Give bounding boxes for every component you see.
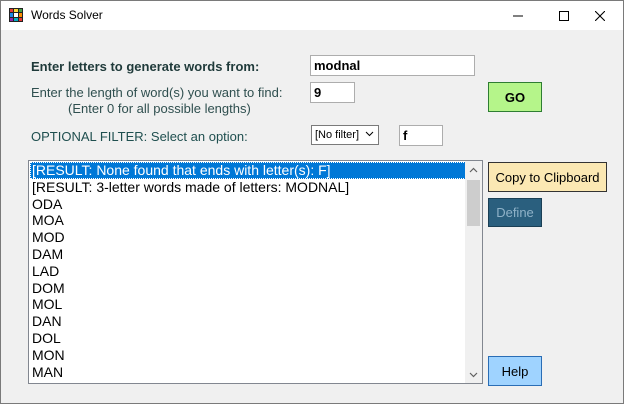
- list-item[interactable]: DAM: [30, 246, 466, 263]
- list-item[interactable]: MON: [30, 347, 466, 364]
- words-solver-window: Words Solver Enter letters to generate w…: [0, 0, 624, 404]
- list-item[interactable]: DOL: [30, 330, 466, 347]
- length-input[interactable]: 9: [310, 82, 355, 103]
- scroll-thumb[interactable]: [467, 180, 480, 226]
- results-listbox[interactable]: [RESULT: None found that ends with lette…: [28, 160, 483, 384]
- app-grid-icon: [9, 8, 23, 22]
- list-item[interactable]: MOL: [30, 296, 466, 313]
- list-item[interactable]: MOD: [30, 229, 466, 246]
- copy-to-clipboard-button[interactable]: Copy to Clipboard: [488, 162, 607, 192]
- chevron-down-icon: [365, 131, 374, 137]
- filter-label: OPTIONAL FILTER: Select an option:: [31, 129, 248, 144]
- minimize-button[interactable]: [495, 1, 541, 30]
- filter-text-input[interactable]: f: [399, 125, 443, 146]
- scroll-down-arrow-icon[interactable]: [465, 366, 482, 383]
- results-list: [RESULT: None found that ends with lette…: [30, 162, 466, 380]
- define-button[interactable]: Define: [488, 198, 542, 227]
- list-item[interactable]: LAD: [30, 263, 466, 280]
- title-bar[interactable]: Words Solver: [1, 1, 623, 30]
- list-item[interactable]: MAN: [30, 364, 466, 381]
- filter-select-value: [No filter]: [315, 129, 360, 141]
- list-item[interactable]: DAN: [30, 313, 466, 330]
- minimize-icon: [513, 15, 523, 16]
- close-icon: [595, 10, 605, 21]
- results-scrollbar[interactable]: [465, 161, 482, 383]
- list-item[interactable]: MOA: [30, 212, 466, 229]
- help-button[interactable]: Help: [488, 356, 542, 386]
- length-label: Enter the length of word(s) you want to …: [31, 85, 283, 100]
- list-item[interactable]: [RESULT: None found that ends with lette…: [30, 162, 466, 179]
- list-item[interactable]: ODA: [30, 196, 466, 213]
- length-hint-label: (Enter 0 for all possible lengths): [68, 101, 251, 116]
- window-title: Words Solver: [31, 8, 103, 22]
- list-item[interactable]: DOM: [30, 280, 466, 297]
- letters-label: Enter letters to generate words from:: [31, 59, 260, 74]
- list-item[interactable]: [RESULT: 3-letter words made of letters:…: [30, 179, 466, 196]
- maximize-icon: [559, 10, 569, 21]
- close-button[interactable]: [577, 1, 623, 30]
- scroll-up-arrow-icon[interactable]: [465, 161, 482, 178]
- go-button[interactable]: GO: [488, 82, 542, 112]
- filter-select[interactable]: [No filter]: [311, 125, 379, 145]
- letters-input[interactable]: modnal: [310, 55, 475, 76]
